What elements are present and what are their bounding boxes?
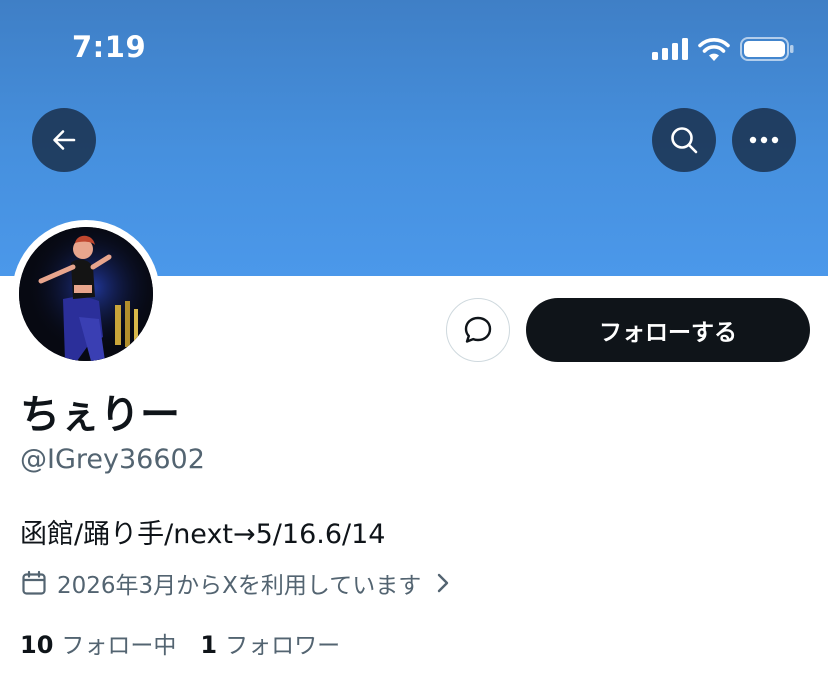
- joined-date-row[interactable]: 2026年3月からXを利用しています: [20, 566, 450, 600]
- more-icon: [749, 136, 779, 144]
- display-name: ちぇりー: [20, 392, 180, 438]
- following-count: 10: [20, 631, 54, 659]
- followers-stat[interactable]: 1 フォロワー: [200, 626, 340, 660]
- message-button[interactable]: [446, 298, 510, 362]
- profile-bio: 函館/踊り手/next→5/16.6/14: [20, 519, 386, 550]
- user-handle: @IGrey36602: [20, 444, 205, 475]
- joined-date-text: 2026年3月からXを利用しています: [57, 573, 422, 599]
- chevron-right-icon: [436, 572, 450, 594]
- more-button[interactable]: [732, 108, 796, 172]
- follow-button[interactable]: フォローする: [526, 298, 810, 362]
- back-button[interactable]: [32, 108, 96, 172]
- calendar-icon: [22, 570, 46, 595]
- following-label: フォロー中: [61, 633, 177, 659]
- search-button[interactable]: [652, 108, 716, 172]
- wifi-icon: [698, 38, 730, 61]
- battery-icon: [740, 37, 794, 61]
- status-time: 7:19: [72, 30, 147, 64]
- following-stat[interactable]: 10 フォロー中: [20, 626, 176, 660]
- follow-stats: 10 フォロー中 1 フォロワー: [20, 626, 340, 660]
- avatar[interactable]: [12, 220, 160, 368]
- status-icons: [652, 36, 794, 62]
- avatar-photo: [19, 227, 153, 361]
- back-arrow-icon: [53, 130, 76, 150]
- search-icon: [671, 127, 698, 154]
- cellular-signal-icon: [652, 38, 688, 60]
- message-bubble-icon: [464, 316, 492, 343]
- followers-label: フォロワー: [225, 633, 341, 659]
- followers-count: 1: [200, 631, 218, 659]
